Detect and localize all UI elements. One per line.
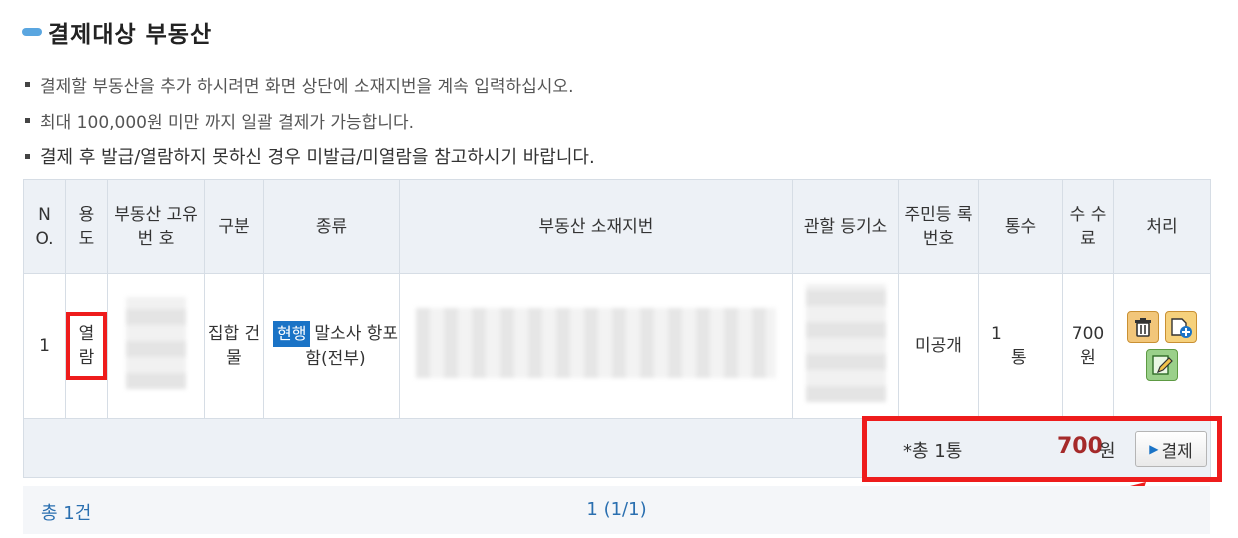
- page-indicator[interactable]: 1 (1/1): [23, 499, 1210, 520]
- header-category: 구분: [204, 179, 264, 274]
- cell-no: 1: [23, 273, 66, 419]
- usage-highlight: 열 람: [66, 312, 107, 380]
- total-count-label: *총 1통: [903, 441, 963, 462]
- count-value: 1: [991, 324, 1002, 344]
- chevron-right-icon: ▶: [1149, 442, 1159, 456]
- pay-button-label: 결제: [1161, 441, 1193, 462]
- pagination-bar: 총 1건 1 (1/1): [23, 486, 1210, 534]
- header-usage: 용 도: [65, 179, 108, 274]
- redacted-unique-no: [126, 296, 186, 389]
- header-unique-no: 부동산 고유번 호: [107, 179, 205, 274]
- header-kind: 종류: [263, 179, 400, 274]
- count-unit: 통: [1011, 348, 1027, 368]
- table-row: 1 열 람 집합 건물 현행 말소사 항포함(전부) 미공개 1 통 700 원: [23, 273, 1211, 419]
- cell-kind: 현행 말소사 항포함(전부): [263, 273, 400, 419]
- bullet-icon: [25, 153, 30, 159]
- notice-text: 최대 100,000원 미만 까지 일괄 결제가 가능합니다.: [40, 112, 415, 133]
- cell-actions: [1113, 273, 1211, 419]
- total-row-spacer: [23, 418, 899, 478]
- section-header: 결제대상 부동산: [22, 14, 212, 50]
- redacted-registry: [805, 283, 886, 402]
- header-address: 부동산 소재지번: [399, 179, 793, 274]
- cell-category: 집합 건물: [204, 273, 264, 419]
- pay-button[interactable]: ▶ 결제: [1135, 431, 1207, 467]
- cell-resident-no: 미공개: [898, 273, 979, 419]
- header-registry: 관할 등기소: [792, 179, 899, 274]
- cell-address: [399, 273, 793, 419]
- action-icons: [1122, 311, 1202, 381]
- notice-item: 결제할 부동산을 추가 하시려면 화면 상단에 소재지번을 계속 입력하십시오.: [22, 66, 1222, 102]
- edit-icon[interactable]: [1146, 349, 1178, 381]
- kind-text: 말소사 항포함(전부): [305, 324, 399, 369]
- notice-text: 결제 후 발급/열람하지 못하신 경우 미발급/미열람을 참고하시기 바랍니다.: [40, 147, 595, 168]
- trash-icon[interactable]: [1127, 311, 1159, 343]
- current-badge: 현행: [272, 321, 311, 347]
- redacted-address: [416, 307, 776, 378]
- header-action: 처리: [1113, 179, 1211, 274]
- cell-usage: 열 람: [65, 273, 108, 419]
- bullet-icon: [25, 81, 30, 87]
- table-header-row: N O. 용 도 부동산 고유번 호 구분 종류 부동산 소재지번 관할 등기소…: [23, 179, 1211, 274]
- totals-highlight: *총 1통 700 원 ▶ 결제: [862, 416, 1222, 482]
- total-amount: 700: [1057, 434, 1103, 459]
- notice-item: 최대 100,000원 미만 까지 일괄 결제가 가능합니다.: [22, 102, 1222, 138]
- bullet-icon: [25, 117, 30, 123]
- total-amount-unit: 원: [1099, 441, 1116, 462]
- header-count: 통수: [978, 179, 1063, 274]
- cell-unique-no: [107, 273, 205, 419]
- cell-fee: 700 원: [1062, 273, 1114, 419]
- cell-count: 1 통: [978, 273, 1063, 419]
- title-marker-icon: [22, 28, 42, 36]
- header-resident-no: 주민등 록번호: [898, 179, 979, 274]
- cell-registry: [792, 273, 899, 419]
- header-no: N O.: [23, 179, 66, 274]
- notice-item: 결제 후 발급/열람하지 못하신 경우 미발급/미열람을 참고하시기 바랍니다.: [22, 138, 1222, 174]
- notice-list: 결제할 부동산을 추가 하시려면 화면 상단에 소재지번을 계속 입력하십시오.…: [22, 66, 1222, 174]
- notice-text: 결제할 부동산을 추가 하시려면 화면 상단에 소재지번을 계속 입력하십시오.: [40, 76, 574, 97]
- page-title: 결제대상 부동산: [48, 22, 213, 48]
- header-fee: 수 수 료: [1062, 179, 1114, 274]
- add-document-icon[interactable]: [1165, 311, 1197, 343]
